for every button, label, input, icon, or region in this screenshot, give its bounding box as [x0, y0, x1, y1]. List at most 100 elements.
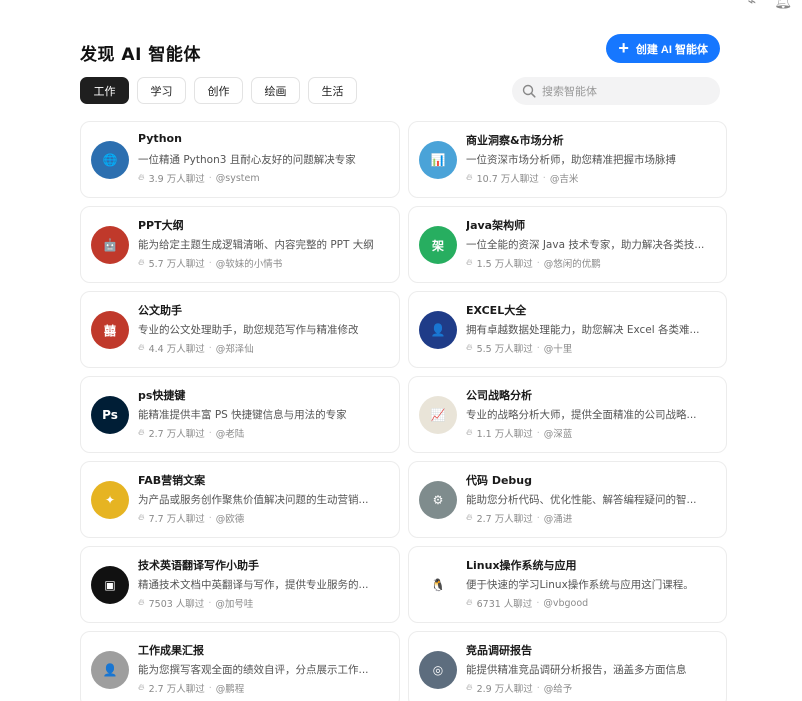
separator-dot: ·: [208, 427, 212, 439]
tab-2[interactable]: 创作: [194, 77, 243, 104]
create-agent-label: 创建 AI 智能体: [635, 43, 708, 56]
agent-card-body: 工作成果汇报 能为您撰写客观全面的绩效自评，分点展示工作... 🔥︎ 2.7 万人聊过…: [138, 642, 389, 695]
bell-icon[interactable]: 🔔︎: [774, 0, 792, 10]
author-name[interactable]: @十里: [544, 341, 573, 355]
agent-card[interactable]: ⚙ 代码 Debug 能助您分析代码、优化性能、解答编程疑问的智... 🔥︎ 2.7 万…: [408, 461, 727, 538]
agent-card[interactable]: 👤 工作成果汇报 能为您撰写客观全面的绩效自评，分点展示工作... 🔥︎ 2.7 万人聊…: [80, 631, 400, 701]
portrait-sketch-icon: 👤: [91, 651, 129, 689]
fire-icon: 🔥︎: [466, 428, 473, 438]
agent-card-body: 公司战略分析 专业的战略分析大师，提供全面精准的公司战略... 🔥︎ 1.1 万人聊过…: [466, 387, 716, 440]
architect-badge-icon: 架: [419, 226, 457, 264]
category-tabs: 工作 学习 创作 绘画 生活: [80, 77, 357, 104]
author-name[interactable]: @软妹的小情书: [216, 256, 283, 270]
fire-icon: 🔥︎: [466, 513, 473, 523]
agent-card[interactable]: 架 Java架构师 一位全能的资深 Java 技术专家，助力解决各类技... 🔥︎ 1.…: [408, 206, 727, 283]
agent-title: EXCEL大全: [466, 304, 527, 317]
agent-card-body: 公文助手 专业的公文处理助手，助您规范写作与精准修改 🔥︎ 4.4 万人聊过 · @郑泽仙: [138, 302, 389, 355]
agent-title: ps快捷键: [138, 389, 186, 402]
fire-icon: 🔥︎: [138, 173, 145, 183]
agent-title: Java架构师: [466, 219, 526, 232]
penguin-icon: 🐧: [419, 566, 457, 604]
separator-dot: ·: [208, 512, 212, 524]
agent-card-body: 技术英语翻译写作小助手 精通技术文档中英翻译与写作，提供专业服务的... 🔥︎ 750…: [138, 557, 389, 610]
debug-gear-icon: ⚙: [419, 481, 457, 519]
agent-description: 能为给定主题生成逻辑清晰、内容完整的 PPT 大纲: [138, 239, 374, 251]
chat-count: 6731 人聊过: [476, 599, 533, 610]
author-name[interactable]: @深蓝: [544, 426, 573, 440]
research-lens-icon: ◎: [419, 651, 457, 689]
agent-title: FAB营销文案: [138, 474, 206, 487]
agent-card[interactable]: 📈 公司战略分析 专业的战略分析大师，提供全面精准的公司战略... 🔥︎ 1.1 万人聊…: [408, 376, 727, 453]
agent-card[interactable]: 🤖 PPT大纲 能为给定主题生成逻辑清晰、内容完整的 PPT 大纲 🔥︎ 5.7 万人聊…: [80, 206, 400, 283]
strategy-gauge-icon: 📈: [419, 396, 457, 434]
author-name[interactable]: @吉米: [550, 171, 579, 185]
author-name[interactable]: @给予: [544, 681, 573, 695]
author-name[interactable]: @system: [216, 173, 260, 184]
author-name[interactable]: @加号哇: [215, 596, 253, 610]
author-name[interactable]: @欧德: [216, 511, 245, 525]
agent-meta: 🔥︎ 6731 人聊过 · @vbgood: [466, 596, 716, 611]
agent-card[interactable]: Ps ps快捷键 能精准提供丰富 PS 快捷键信息与用法的专家 🔥︎ 2.7 万人聊过 ·…: [80, 376, 400, 453]
fire-icon: 🔥︎: [466, 598, 473, 608]
search-input[interactable]: [542, 84, 712, 98]
separator-dot: ·: [536, 342, 540, 354]
chat-count: 10.7 万人聊过: [476, 174, 539, 185]
chat-count: 5.7 万人聊过: [148, 259, 205, 270]
separator-dot: ·: [208, 257, 212, 269]
agent-description: 能提供精准竞品调研分析报告，涵盖多方面信息: [466, 664, 687, 676]
page-header: 发现 AI 智能体 + 创建 AI 智能体: [80, 34, 720, 66]
author-name[interactable]: @郑泽仙: [216, 341, 254, 355]
agent-card[interactable]: 📊 商业洞察&市场分析 一位资深市场分析师，助您精准把握市场脉搏 🔥︎ 10.7 万人聊…: [408, 121, 727, 198]
agent-card-body: 竞品调研报告 能提供精准竞品调研分析报告，涵盖多方面信息 🔥︎ 2.9 万人聊过 · @给…: [466, 642, 716, 695]
agent-card-body: ps快捷键 能精准提供丰富 PS 快捷键信息与用法的专家 🔥︎ 2.7 万人聊过 · @老…: [138, 387, 389, 440]
separator-dot: ·: [542, 172, 546, 184]
tab-1[interactable]: 学习: [137, 77, 186, 104]
agent-card[interactable]: ◎ 竞品调研报告 能提供精准竞品调研分析报告，涵盖多方面信息 🔥︎ 2.9 万人聊过 · @…: [408, 631, 727, 701]
agent-description: 拥有卓越数据处理能力，助您解决 Excel 各类难...: [466, 324, 700, 336]
tab-3[interactable]: 绘画: [251, 77, 300, 104]
author-name[interactable]: @vbgood: [543, 598, 588, 609]
agent-description: 能精准提供丰富 PS 快捷键信息与用法的专家: [138, 409, 347, 421]
tab-4[interactable]: 生活: [308, 77, 357, 104]
fire-icon: 🔥︎: [138, 683, 145, 693]
agent-description: 专业的战略分析大师，提供全面精准的公司战略...: [466, 409, 697, 421]
agent-card[interactable]: 🌐 Python 一位精通 Python3 且耐心友好的问题解决专家 🔥︎ 3.9 万人…: [80, 121, 400, 198]
agent-title: Python: [138, 132, 182, 145]
agent-card[interactable]: ▣ 技术英语翻译写作小助手 精通技术文档中英翻译与写作，提供专业服务的... 🔥︎ 75…: [80, 546, 400, 623]
agent-meta: 🔥︎ 1.1 万人聊过 · @深蓝: [466, 426, 716, 441]
tab-0[interactable]: 工作: [80, 77, 129, 104]
agent-card[interactable]: 🐧 Linux操作系统与应用 便于快速的学习Linux操作系统与应用这门课程。 🔥︎ 6…: [408, 546, 727, 623]
fire-icon: 🔥︎: [466, 173, 473, 183]
author-name[interactable]: @老陆: [216, 426, 245, 440]
marketing-figure-icon: ✦: [91, 481, 129, 519]
author-name[interactable]: @悠闲的优鹏: [544, 256, 601, 270]
agent-meta: 🔥︎ 2.9 万人聊过 · @给予: [466, 681, 716, 696]
separator-dot: ·: [208, 597, 212, 609]
create-agent-button[interactable]: + 创建 AI 智能体: [606, 34, 720, 63]
fire-icon: 🔥︎: [138, 343, 145, 353]
chat-count: 2.7 万人聊过: [148, 684, 205, 695]
agent-meta: 🔥︎ 2.7 万人聊过 · @老陆: [138, 426, 389, 441]
agent-meta: 🔥︎ 5.5 万人聊过 · @十里: [466, 341, 716, 356]
python-globe-icon: 🌐: [91, 141, 129, 179]
robot-icon: 🤖: [91, 226, 129, 264]
seal-icon: 囍: [91, 311, 129, 349]
agent-card[interactable]: 👤 EXCEL大全 拥有卓越数据处理能力，助您解决 Excel 各类难... 🔥︎ 5.…: [408, 291, 727, 368]
pin-icon[interactable]: ⌁: [748, 0, 756, 10]
agent-grid: 🌐 Python 一位精通 Python3 且耐心友好的问题解决专家 🔥︎ 3.9 万人…: [80, 121, 727, 701]
agent-meta: 🔥︎ 4.4 万人聊过 · @郑泽仙: [138, 341, 389, 356]
agent-card[interactable]: ✦ FAB营销文案 为产品或服务创作聚焦价值解决问题的生动营销... 🔥︎ 7.7 万人…: [80, 461, 400, 538]
search-box[interactable]: [512, 77, 720, 105]
top-toolbar: ⌁ 🔔︎: [748, 0, 792, 10]
chat-count: 2.9 万人聊过: [476, 684, 533, 695]
author-name[interactable]: @涌进: [544, 511, 573, 525]
agent-description: 精通技术文档中英翻译与写作，提供专业服务的...: [138, 579, 369, 591]
photoshop-icon: Ps: [91, 396, 129, 434]
agent-card[interactable]: 囍公文助手 专业的公文处理助手，助您规范写作与精准修改 🔥︎ 4.4 万人聊过 · @郑泽…: [80, 291, 400, 368]
plus-icon: +: [618, 37, 629, 58]
agent-description: 便于快速的学习Linux操作系统与应用这门课程。: [466, 579, 694, 591]
agent-description: 专业的公文处理助手，助您规范写作与精准修改: [138, 324, 359, 336]
agent-card-body: FAB营销文案 为产品或服务创作聚焦价值解决问题的生动营销... 🔥︎ 7.7 万人聊…: [138, 472, 389, 525]
author-name[interactable]: @鹏程: [216, 681, 245, 695]
agent-card-body: PPT大纲 能为给定主题生成逻辑清晰、内容完整的 PPT 大纲 🔥︎ 5.7 万人聊过…: [138, 217, 389, 270]
